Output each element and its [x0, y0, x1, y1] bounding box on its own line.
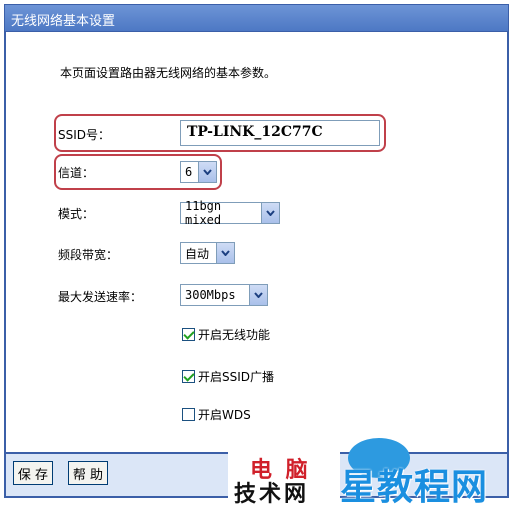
title-bar: 无线网络基本设置: [4, 4, 509, 32]
bandwidth-value: 自动: [185, 246, 210, 261]
bandwidth-label: 频段带宽：: [58, 248, 119, 262]
enable-ssid-broadcast-row[interactable]: 开启SSID广播: [182, 368, 274, 385]
enable-wireless-row[interactable]: 开启无线功能: [182, 326, 270, 343]
help-button[interactable]: 帮 助: [68, 461, 108, 485]
watermark-logo-right: 星教程网: [340, 438, 510, 508]
max-rate-label: 最大发送速率：: [58, 290, 143, 304]
ssid-input[interactable]: TP-LINK_12C77C: [180, 120, 380, 146]
mode-select[interactable]: 11bgn mixed: [180, 199, 280, 227]
content-frame: [4, 32, 509, 452]
channel-select[interactable]: 6: [180, 161, 217, 183]
watermark-line2: 技术网: [234, 482, 310, 507]
ssid-label: SSID号：: [58, 128, 111, 142]
chevron-down-icon[interactable]: [261, 203, 279, 223]
enable-ssid-broadcast-checkbox[interactable]: [182, 370, 195, 383]
save-button[interactable]: 保 存: [13, 461, 53, 485]
page-title: 无线网络基本设置: [11, 14, 116, 29]
page-description: 本页面设置路由器无线网络的基本参数。: [60, 66, 277, 80]
enable-ssid-broadcast-label: 开启SSID广播: [198, 370, 275, 384]
mode-label: 模式：: [58, 207, 95, 221]
chevron-down-icon[interactable]: [198, 162, 216, 182]
enable-wireless-checkbox[interactable]: [182, 328, 195, 341]
watermark-line3: 星教程网: [340, 467, 489, 508]
max-rate-value: 300Mbps: [185, 288, 236, 302]
enable-wds-row[interactable]: 开启WDS: [182, 406, 251, 423]
chevron-down-icon[interactable]: [216, 243, 234, 263]
enable-wds-label: 开启WDS: [198, 408, 251, 422]
mode-value: 11bgn mixed: [185, 199, 222, 227]
bandwidth-select[interactable]: 自动: [180, 242, 235, 264]
channel-value: 6: [185, 165, 193, 179]
chevron-down-icon[interactable]: [249, 285, 267, 305]
watermark-logo-left: 电 脑 技术网: [228, 452, 340, 507]
channel-label: 信道：: [58, 166, 95, 180]
enable-wds-checkbox[interactable]: [182, 408, 195, 421]
enable-wireless-label: 开启无线功能: [198, 328, 271, 342]
max-rate-select[interactable]: 300Mbps: [180, 284, 268, 306]
